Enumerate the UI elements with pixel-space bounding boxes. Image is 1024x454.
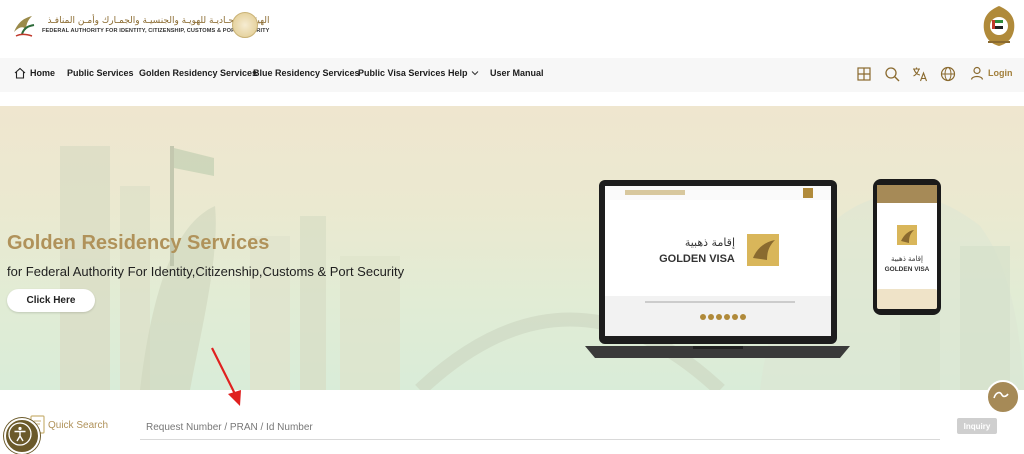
user-icon (970, 66, 984, 80)
home-icon (14, 67, 26, 79)
nav-help-label: Help (448, 68, 468, 78)
translate-icon[interactable] (912, 66, 928, 82)
login-button[interactable]: Login (970, 66, 1013, 80)
click-here-button[interactable]: Click Here (7, 289, 95, 312)
chat-assistant-button[interactable] (986, 380, 1020, 414)
hero-banner: Golden Residency Services for Federal Au… (0, 106, 1024, 390)
inquiry-button[interactable]: Inquiry (957, 418, 997, 434)
accessibility-icon (8, 422, 32, 446)
search-icon[interactable] (884, 66, 900, 82)
grid-icon[interactable] (856, 66, 872, 82)
nav-golden-residency-services[interactable]: Golden Residency Services (139, 68, 257, 78)
laptop-logo-english: GOLDEN VISA (659, 253, 735, 265)
laptop-mockup-image: إقامة ذهبية GOLDEN VISA (585, 180, 850, 358)
annotation-arrow-icon (211, 347, 241, 406)
nav-blue-residency-services[interactable]: Blue Residency Services (253, 68, 360, 78)
nav-help[interactable]: Help (448, 68, 479, 78)
phone-logo-english: GOLDEN VISA (885, 266, 930, 273)
nav-home-label: Home (30, 68, 56, 78)
uae-emblem-icon (983, 6, 1015, 46)
laptop-logo-arabic: إقامة ذهبية (685, 236, 735, 249)
top-header: الهيئـة الاتحـاديـة للهويـة والجنسيـة وا… (0, 0, 1024, 58)
phone-logo-arabic: إقامة ذهبية (891, 255, 923, 263)
nav-user-manual[interactable]: User Manual (490, 68, 544, 78)
chat-icon (993, 391, 1009, 399)
nav-public-visa-services[interactable]: Public Visa Services (358, 68, 445, 78)
quality-seal-icon (232, 12, 258, 38)
authority-logo[interactable]: الهيئـة الاتحـاديـة للهويـة والجنسيـة وا… (10, 8, 269, 42)
hero-subtitle: for Federal Authority For Identity,Citiz… (7, 264, 405, 279)
main-nav: Home Public Services Golden Residency Se… (0, 58, 1024, 92)
phone-mockup-image: إقامة ذهبية GOLDEN VISA (873, 179, 941, 315)
chevron-down-icon (471, 71, 478, 76)
nav-home[interactable]: Home (14, 67, 55, 79)
globe-icon[interactable] (940, 66, 956, 82)
request-number-input[interactable] (140, 415, 940, 440)
login-label: Login (988, 68, 1013, 78)
accessibility-button[interactable] (4, 418, 40, 454)
quick-search-panel: Quick Search Inquiry (6, 390, 1020, 453)
nav-public-services[interactable]: Public Services (67, 68, 134, 78)
hero-title: Golden Residency Services (7, 232, 270, 254)
falcon-logo-icon (14, 16, 35, 37)
quick-search-label: Quick Search (48, 420, 109, 431)
